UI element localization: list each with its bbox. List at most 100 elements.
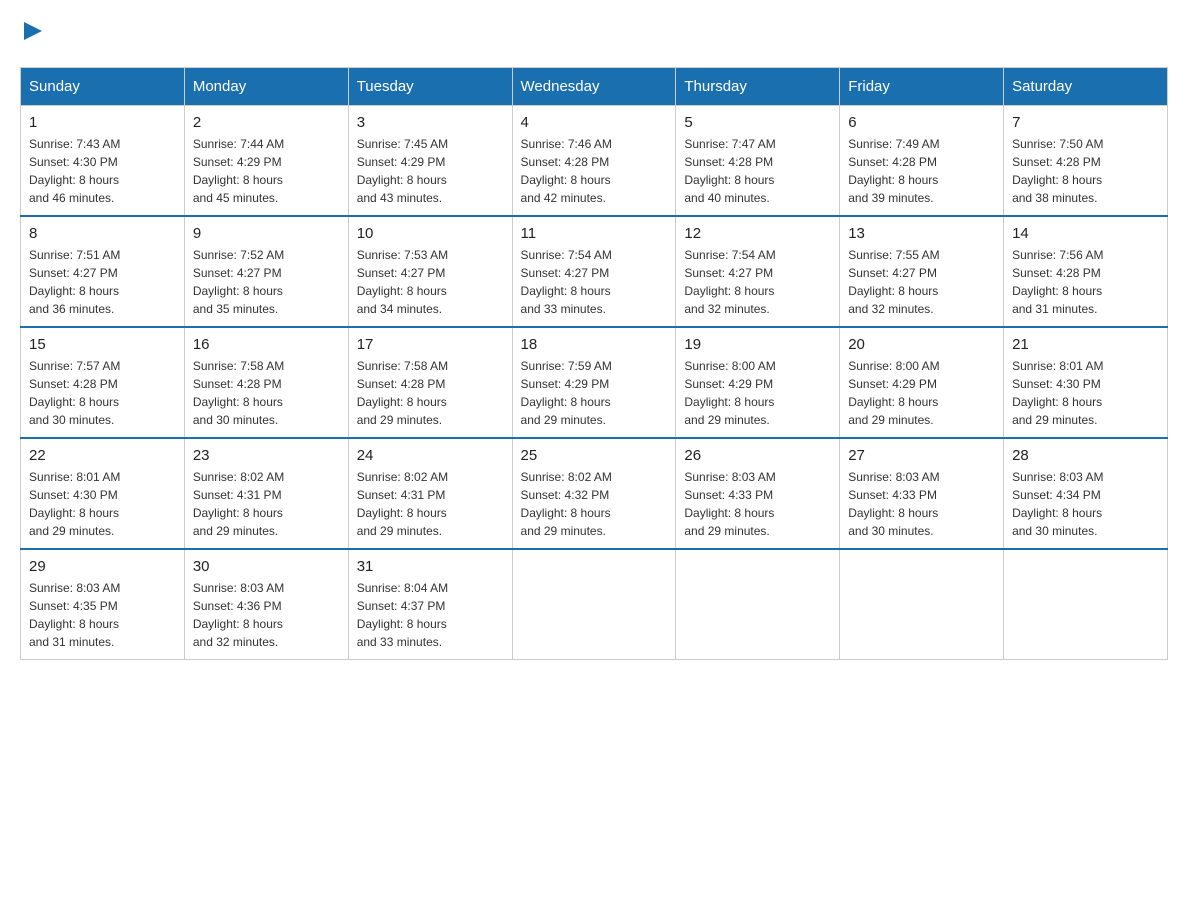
day-number: 7	[1012, 114, 1159, 131]
column-header-thursday: Thursday	[676, 68, 840, 106]
table-row	[676, 549, 840, 660]
table-row: 18 Sunrise: 7:59 AM Sunset: 4:29 PM Dayl…	[512, 327, 676, 438]
day-info: Sunrise: 8:01 AM Sunset: 4:30 PM Dayligh…	[29, 470, 120, 538]
day-number: 29	[29, 558, 176, 575]
table-row: 13 Sunrise: 7:55 AM Sunset: 4:27 PM Dayl…	[840, 216, 1004, 327]
day-info: Sunrise: 8:00 AM Sunset: 4:29 PM Dayligh…	[684, 359, 775, 427]
day-number: 26	[684, 447, 831, 464]
day-info: Sunrise: 7:51 AM Sunset: 4:27 PM Dayligh…	[29, 248, 120, 316]
table-row: 1 Sunrise: 7:43 AM Sunset: 4:30 PM Dayli…	[21, 106, 185, 217]
table-row: 22 Sunrise: 8:01 AM Sunset: 4:30 PM Dayl…	[21, 438, 185, 549]
day-info: Sunrise: 7:58 AM Sunset: 4:28 PM Dayligh…	[357, 359, 448, 427]
day-number: 25	[521, 447, 668, 464]
table-row: 17 Sunrise: 7:58 AM Sunset: 4:28 PM Dayl…	[348, 327, 512, 438]
table-row: 29 Sunrise: 8:03 AM Sunset: 4:35 PM Dayl…	[21, 549, 185, 660]
table-row	[1004, 549, 1168, 660]
day-info: Sunrise: 7:54 AM Sunset: 4:27 PM Dayligh…	[521, 248, 612, 316]
day-info: Sunrise: 8:02 AM Sunset: 4:32 PM Dayligh…	[521, 470, 612, 538]
table-row: 26 Sunrise: 8:03 AM Sunset: 4:33 PM Dayl…	[676, 438, 840, 549]
day-info: Sunrise: 7:56 AM Sunset: 4:28 PM Dayligh…	[1012, 248, 1103, 316]
day-info: Sunrise: 8:03 AM Sunset: 4:33 PM Dayligh…	[684, 470, 775, 538]
day-number: 16	[193, 336, 340, 353]
day-info: Sunrise: 7:54 AM Sunset: 4:27 PM Dayligh…	[684, 248, 775, 316]
table-row: 24 Sunrise: 8:02 AM Sunset: 4:31 PM Dayl…	[348, 438, 512, 549]
day-number: 30	[193, 558, 340, 575]
column-header-wednesday: Wednesday	[512, 68, 676, 106]
day-number: 2	[193, 114, 340, 131]
day-info: Sunrise: 7:43 AM Sunset: 4:30 PM Dayligh…	[29, 137, 120, 205]
day-number: 17	[357, 336, 504, 353]
day-number: 28	[1012, 447, 1159, 464]
day-info: Sunrise: 8:02 AM Sunset: 4:31 PM Dayligh…	[357, 470, 448, 538]
table-row	[512, 549, 676, 660]
table-row: 10 Sunrise: 7:53 AM Sunset: 4:27 PM Dayl…	[348, 216, 512, 327]
table-row: 11 Sunrise: 7:54 AM Sunset: 4:27 PM Dayl…	[512, 216, 676, 327]
day-info: Sunrise: 8:01 AM Sunset: 4:30 PM Dayligh…	[1012, 359, 1103, 427]
column-header-monday: Monday	[184, 68, 348, 106]
day-info: Sunrise: 7:46 AM Sunset: 4:28 PM Dayligh…	[521, 137, 612, 205]
day-info: Sunrise: 7:58 AM Sunset: 4:28 PM Dayligh…	[193, 359, 284, 427]
day-number: 12	[684, 225, 831, 242]
column-header-saturday: Saturday	[1004, 68, 1168, 106]
calendar-table: SundayMondayTuesdayWednesdayThursdayFrid…	[20, 67, 1168, 660]
day-info: Sunrise: 7:47 AM Sunset: 4:28 PM Dayligh…	[684, 137, 775, 205]
table-row: 12 Sunrise: 7:54 AM Sunset: 4:27 PM Dayl…	[676, 216, 840, 327]
day-info: Sunrise: 7:52 AM Sunset: 4:27 PM Dayligh…	[193, 248, 284, 316]
day-info: Sunrise: 8:03 AM Sunset: 4:34 PM Dayligh…	[1012, 470, 1103, 538]
table-row: 9 Sunrise: 7:52 AM Sunset: 4:27 PM Dayli…	[184, 216, 348, 327]
day-info: Sunrise: 7:44 AM Sunset: 4:29 PM Dayligh…	[193, 137, 284, 205]
day-number: 21	[1012, 336, 1159, 353]
table-row: 3 Sunrise: 7:45 AM Sunset: 4:29 PM Dayli…	[348, 106, 512, 217]
day-info: Sunrise: 7:49 AM Sunset: 4:28 PM Dayligh…	[848, 137, 939, 205]
table-row	[840, 549, 1004, 660]
day-number: 11	[521, 225, 668, 242]
column-header-tuesday: Tuesday	[348, 68, 512, 106]
day-info: Sunrise: 8:02 AM Sunset: 4:31 PM Dayligh…	[193, 470, 284, 538]
table-row: 14 Sunrise: 7:56 AM Sunset: 4:28 PM Dayl…	[1004, 216, 1168, 327]
day-number: 18	[521, 336, 668, 353]
day-number: 23	[193, 447, 340, 464]
table-row: 15 Sunrise: 7:57 AM Sunset: 4:28 PM Dayl…	[21, 327, 185, 438]
table-row: 28 Sunrise: 8:03 AM Sunset: 4:34 PM Dayl…	[1004, 438, 1168, 549]
day-number: 9	[193, 225, 340, 242]
day-info: Sunrise: 8:03 AM Sunset: 4:35 PM Dayligh…	[29, 581, 120, 649]
day-number: 20	[848, 336, 995, 353]
day-info: Sunrise: 8:04 AM Sunset: 4:37 PM Dayligh…	[357, 581, 448, 649]
day-number: 31	[357, 558, 504, 575]
day-number: 10	[357, 225, 504, 242]
logo-arrow-icon	[22, 20, 44, 47]
day-info: Sunrise: 8:00 AM Sunset: 4:29 PM Dayligh…	[848, 359, 939, 427]
table-row: 16 Sunrise: 7:58 AM Sunset: 4:28 PM Dayl…	[184, 327, 348, 438]
day-number: 19	[684, 336, 831, 353]
day-number: 22	[29, 447, 176, 464]
day-number: 15	[29, 336, 176, 353]
table-row: 21 Sunrise: 8:01 AM Sunset: 4:30 PM Dayl…	[1004, 327, 1168, 438]
page-header	[20, 20, 1168, 47]
day-info: Sunrise: 7:45 AM Sunset: 4:29 PM Dayligh…	[357, 137, 448, 205]
day-number: 27	[848, 447, 995, 464]
day-info: Sunrise: 7:55 AM Sunset: 4:27 PM Dayligh…	[848, 248, 939, 316]
column-header-friday: Friday	[840, 68, 1004, 106]
table-row: 6 Sunrise: 7:49 AM Sunset: 4:28 PM Dayli…	[840, 106, 1004, 217]
column-header-sunday: Sunday	[21, 68, 185, 106]
table-row: 5 Sunrise: 7:47 AM Sunset: 4:28 PM Dayli…	[676, 106, 840, 217]
table-row: 31 Sunrise: 8:04 AM Sunset: 4:37 PM Dayl…	[348, 549, 512, 660]
table-row: 30 Sunrise: 8:03 AM Sunset: 4:36 PM Dayl…	[184, 549, 348, 660]
table-row: 19 Sunrise: 8:00 AM Sunset: 4:29 PM Dayl…	[676, 327, 840, 438]
day-number: 13	[848, 225, 995, 242]
day-number: 14	[1012, 225, 1159, 242]
table-row: 23 Sunrise: 8:02 AM Sunset: 4:31 PM Dayl…	[184, 438, 348, 549]
day-info: Sunrise: 8:03 AM Sunset: 4:33 PM Dayligh…	[848, 470, 939, 538]
day-info: Sunrise: 7:59 AM Sunset: 4:29 PM Dayligh…	[521, 359, 612, 427]
day-number: 24	[357, 447, 504, 464]
day-number: 1	[29, 114, 176, 131]
logo	[20, 20, 44, 47]
table-row: 20 Sunrise: 8:00 AM Sunset: 4:29 PM Dayl…	[840, 327, 1004, 438]
day-number: 8	[29, 225, 176, 242]
day-number: 3	[357, 114, 504, 131]
table-row: 27 Sunrise: 8:03 AM Sunset: 4:33 PM Dayl…	[840, 438, 1004, 549]
day-info: Sunrise: 7:50 AM Sunset: 4:28 PM Dayligh…	[1012, 137, 1103, 205]
table-row: 25 Sunrise: 8:02 AM Sunset: 4:32 PM Dayl…	[512, 438, 676, 549]
table-row: 7 Sunrise: 7:50 AM Sunset: 4:28 PM Dayli…	[1004, 106, 1168, 217]
day-info: Sunrise: 7:57 AM Sunset: 4:28 PM Dayligh…	[29, 359, 120, 427]
